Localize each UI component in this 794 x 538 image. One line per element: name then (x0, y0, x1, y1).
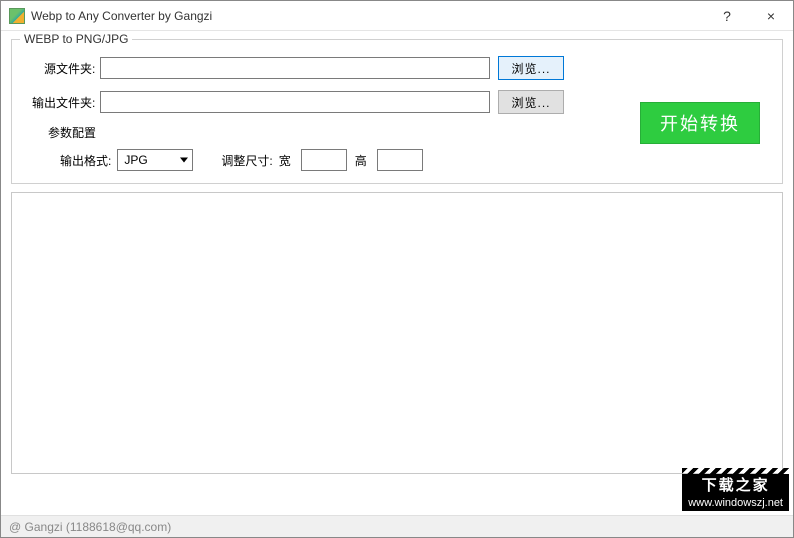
output-format-select[interactable]: JPG (117, 149, 193, 171)
conversion-groupbox: WEBP to PNG/JPG 源文件夹: 浏览... 输出文件夹: 浏览...… (11, 39, 783, 184)
width-label: 宽 (279, 152, 291, 169)
log-output-area[interactable] (11, 192, 783, 474)
status-bar: @ Gangzi (1188618@qq.com) (1, 515, 793, 537)
start-convert-button[interactable]: 开始转换 (640, 102, 760, 144)
output-row: 输出文件夹: 浏览... (24, 90, 564, 114)
width-input[interactable] (301, 149, 347, 171)
status-text: @ Gangzi (1188618@qq.com) (9, 520, 171, 534)
resize-label: 调整尺寸: (221, 152, 272, 169)
browse-output-button[interactable]: 浏览... (498, 90, 564, 114)
output-format-value: JPG (124, 153, 147, 167)
chevron-down-icon (180, 158, 188, 163)
params-row: 输出格式: JPG 调整尺寸: 宽 高 (60, 149, 770, 171)
help-button[interactable]: ? (705, 1, 749, 31)
source-label: 源文件夹: (24, 60, 96, 77)
watermark-url: www.windowszj.net (688, 496, 783, 510)
watermark: 下载之家 www.windowszj.net (682, 474, 789, 511)
output-folder-input[interactable] (100, 91, 490, 113)
titlebar: Webp to Any Converter by Gangzi ? × (1, 1, 793, 31)
close-button[interactable]: × (749, 1, 793, 31)
height-input[interactable] (377, 149, 423, 171)
source-folder-input[interactable] (100, 57, 490, 79)
app-icon (9, 8, 25, 24)
browse-source-button[interactable]: 浏览... (498, 56, 564, 80)
source-row: 源文件夹: 浏览... (24, 56, 564, 80)
output-format-label: 输出格式: (60, 152, 111, 169)
watermark-title: 下载之家 (688, 476, 783, 496)
output-label: 输出文件夹: (24, 94, 96, 111)
height-label: 高 (355, 152, 367, 169)
main-content: WEBP to PNG/JPG 源文件夹: 浏览... 输出文件夹: 浏览...… (1, 31, 793, 184)
window-title: Webp to Any Converter by Gangzi (31, 9, 705, 23)
groupbox-legend: WEBP to PNG/JPG (20, 32, 132, 46)
